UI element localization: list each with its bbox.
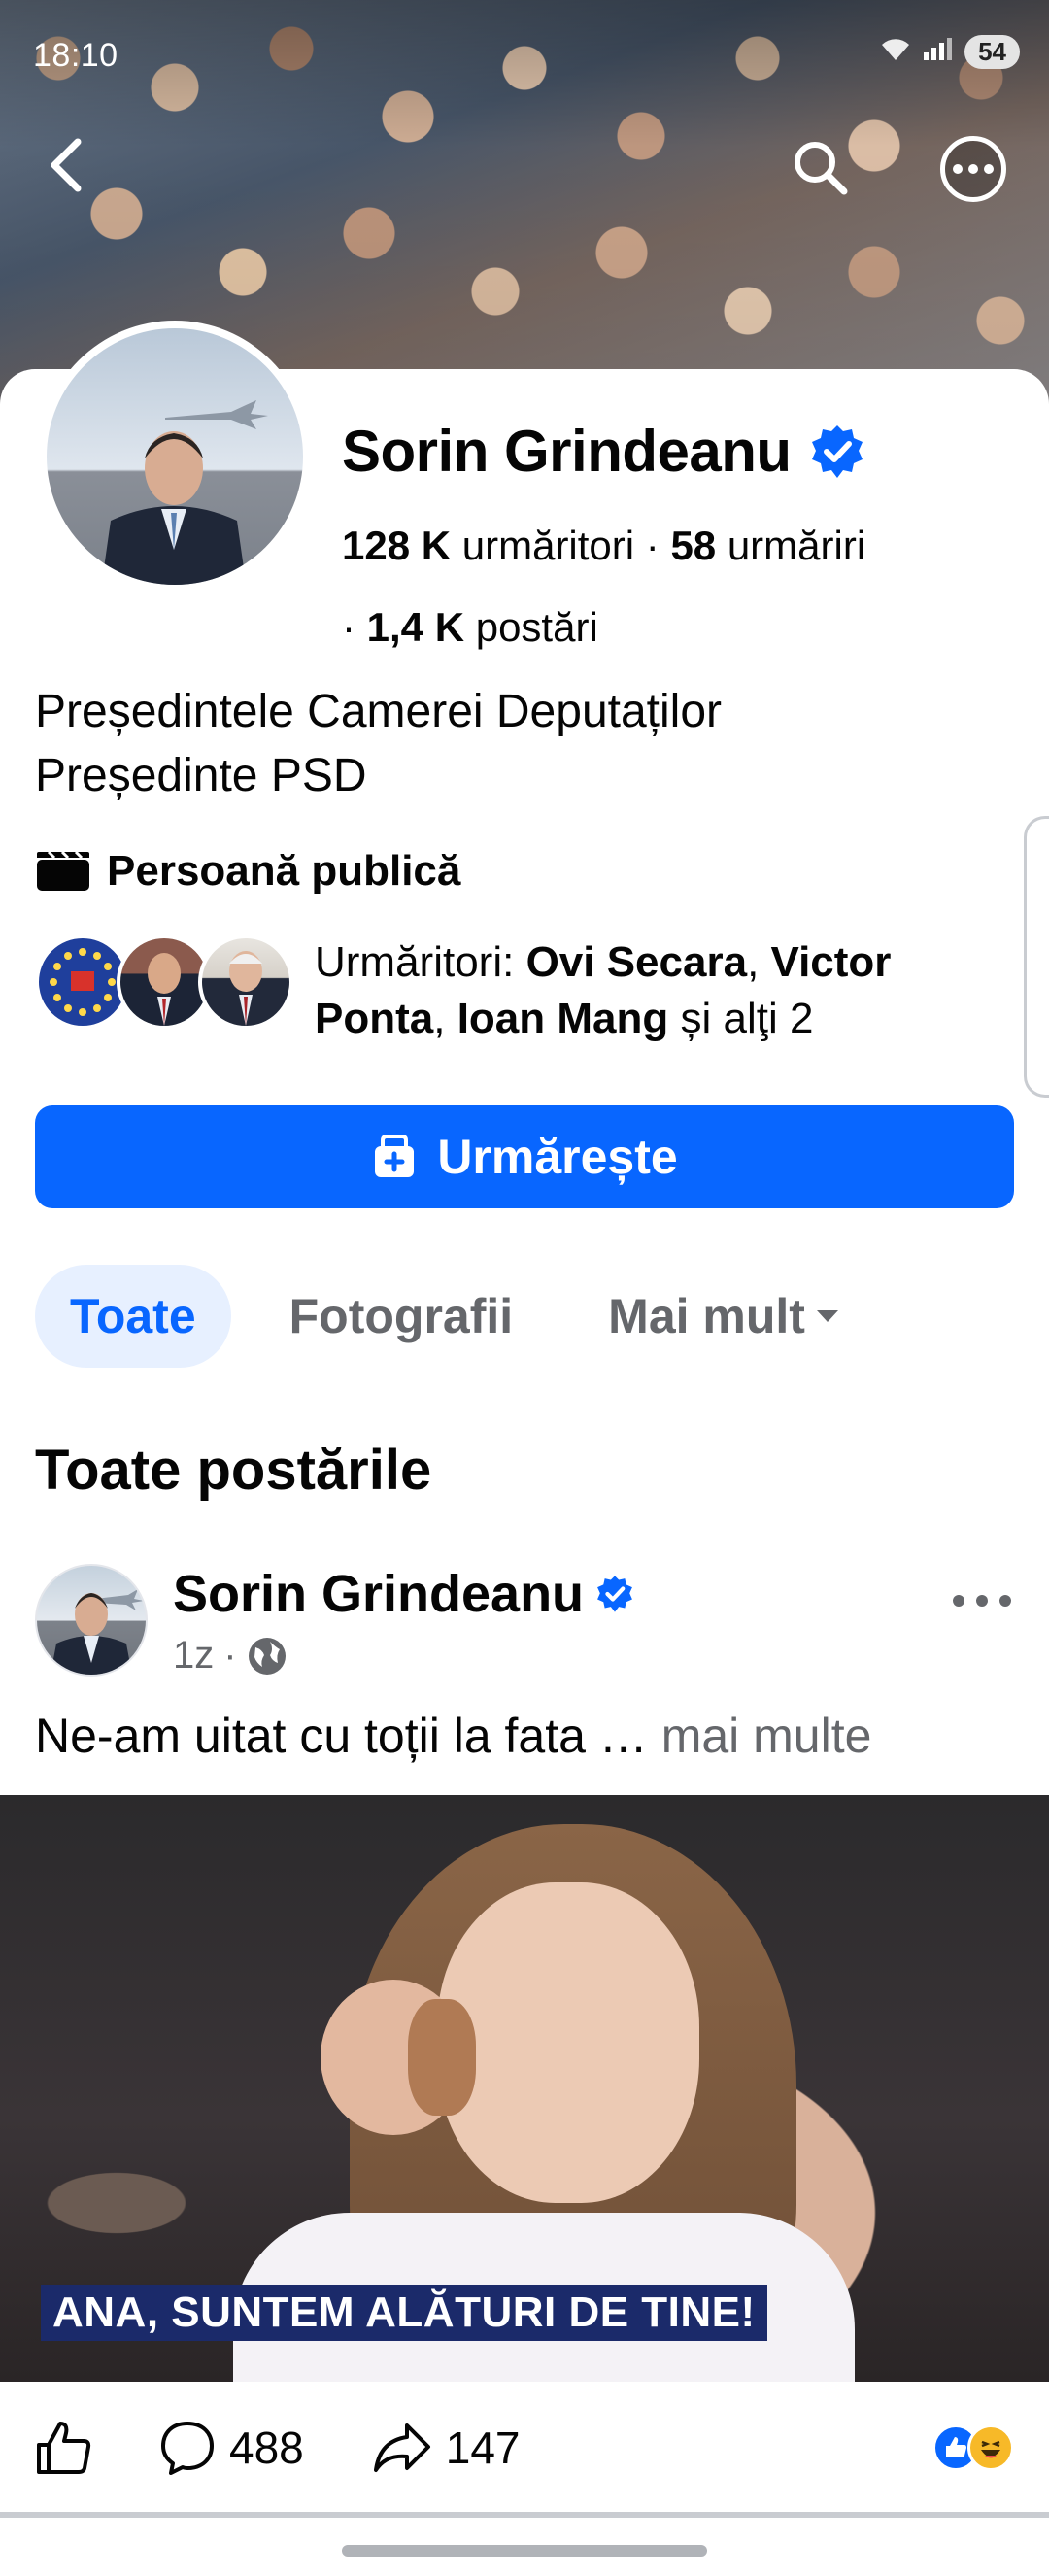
person-image	[101, 431, 247, 585]
follow-button-label: Urmărește	[437, 1130, 678, 1184]
share-button[interactable]: 147	[372, 2422, 521, 2474]
mutual-follower-name[interactable]: Ovi Secara	[526, 938, 748, 986]
meta-separator: ·	[223, 1634, 237, 1677]
status-bar: 18:10 54	[0, 0, 1049, 74]
haha-reaction-icon	[967, 2424, 1014, 2471]
followers-label: urmăritori	[461, 523, 635, 568]
reactions-summary[interactable]	[932, 2424, 1014, 2471]
stats-separator: ·	[645, 523, 671, 568]
profile-name: Sorin Grindeanu	[342, 419, 792, 484]
following-label: urmăriri	[727, 523, 866, 568]
chevron-left-icon	[51, 138, 82, 192]
tab-photos[interactable]: Fotografii	[289, 1265, 514, 1368]
stats-separator: ·	[342, 604, 367, 650]
share-icon	[373, 2423, 430, 2472]
globe-icon	[248, 1637, 286, 1675]
back-button[interactable]	[37, 136, 95, 194]
profile-category: Persoană publică	[35, 847, 460, 896]
followers-stat[interactable]: 128 K urmăritori	[342, 523, 634, 568]
bio-line: Președintele Camerei Deputaților	[35, 686, 723, 737]
verified-badge-icon	[597, 1576, 632, 1612]
post-divider	[0, 2512, 1049, 2518]
see-more-link[interactable]: mai multe	[661, 1709, 872, 1763]
search-button[interactable]	[789, 136, 851, 198]
mutual-followers[interactable]: Urmăritori: Ovi Secara, Victor Ponta, Io…	[35, 934, 1016, 1047]
post-actions: 488 147	[35, 2409, 1014, 2487]
mutual-follower-name[interactable]: Ioan Mang	[457, 995, 669, 1042]
post-header: Sorin Grindeanu 1z ·	[35, 1564, 1016, 1680]
clapperboard-icon	[37, 850, 89, 891]
caret-down-icon	[816, 1310, 838, 1322]
posts-stat: 1,4 K postări	[367, 604, 598, 650]
follow-page-icon	[375, 1135, 415, 1177]
more-horizontal-icon	[953, 1595, 1011, 1607]
mutual-followers-text: Urmăritori: Ovi Secara, Victor Ponta, Io…	[315, 938, 892, 1042]
following-count: 58	[670, 523, 717, 568]
signal-icon	[922, 35, 955, 69]
post-author-name[interactable]: Sorin Grindeanu	[173, 1564, 584, 1624]
comment-count: 488	[229, 2423, 304, 2473]
status-icons: 54	[879, 35, 1020, 69]
profile-tabs: Toate Fotografii Mai mult	[35, 1265, 840, 1368]
category-label: Persoană publică	[107, 847, 461, 895]
post-body: Ne-am uitat cu toții la fata …	[35, 1709, 661, 1763]
posts-label: postări	[475, 604, 598, 650]
battery-indicator: 54	[964, 35, 1020, 69]
thumbs-up-icon	[37, 2422, 91, 2474]
mutual-prefix: Urmăritori:	[315, 938, 526, 986]
image-caption: ANA, SUNTEM ALĂTURI DE TINE!	[41, 2285, 767, 2341]
comment-button[interactable]: 488	[159, 2420, 304, 2476]
tab-all[interactable]: Toate	[35, 1265, 231, 1368]
post-image[interactable]: ANA, SUNTEM ALĂTURI DE TINE!	[0, 1795, 1049, 2382]
post-text: Ne-am uitat cu toții la fata … mai multe	[35, 1708, 871, 1764]
profile-picture[interactable]	[39, 321, 311, 593]
tab-label: Toate	[70, 1289, 196, 1343]
post-author-avatar[interactable]	[35, 1564, 148, 1677]
status-time: 18:10	[33, 37, 118, 74]
profile-stats: 128 K urmăritori · 58 urmăriri · 1,4 K p…	[342, 505, 1012, 668]
more-horizontal-icon	[953, 164, 994, 174]
like-button[interactable]	[35, 2420, 93, 2476]
home-indicator[interactable]	[342, 2545, 707, 2557]
profile-name-row: Sorin Grindeanu	[342, 418, 865, 485]
edge-panel-handle[interactable]	[1024, 816, 1049, 1098]
image-detail	[437, 1882, 699, 2203]
verified-badge-icon	[811, 424, 863, 478]
comment-icon	[161, 2422, 214, 2475]
section-title: Toate postările	[35, 1439, 432, 1502]
avatar	[198, 934, 293, 1030]
medal-image	[408, 1999, 476, 2116]
post-author-name-row: Sorin Grindeanu	[173, 1564, 634, 1624]
tab-label: Fotografii	[288, 1289, 514, 1343]
eu-stars-icon	[50, 948, 116, 1016]
followers-count: 128 K	[342, 523, 452, 568]
post-time[interactable]: 1z	[173, 1634, 214, 1678]
mutual-suffix[interactable]: și alţi 2	[668, 995, 813, 1042]
profile-bio: Președintele Camerei Deputaților Președi…	[35, 680, 722, 808]
tab-more[interactable]: Mai mult	[608, 1265, 840, 1368]
following-stat[interactable]: 58 urmăriri	[670, 523, 865, 568]
tab-label: Mai mult	[608, 1289, 805, 1343]
post-meta: 1z ·	[173, 1634, 288, 1678]
search-icon	[795, 142, 848, 195]
posts-count: 1,4 K	[366, 604, 465, 650]
bio-line: Președinte PSD	[35, 750, 367, 801]
follow-button[interactable]: Urmărește	[35, 1105, 1014, 1208]
more-options-button[interactable]	[940, 136, 1006, 202]
post-options-button[interactable]	[948, 1581, 1016, 1620]
avatar	[47, 328, 303, 585]
wifi-icon	[879, 35, 912, 69]
share-count: 147	[445, 2423, 521, 2473]
mutual-avatars	[35, 934, 297, 1030]
